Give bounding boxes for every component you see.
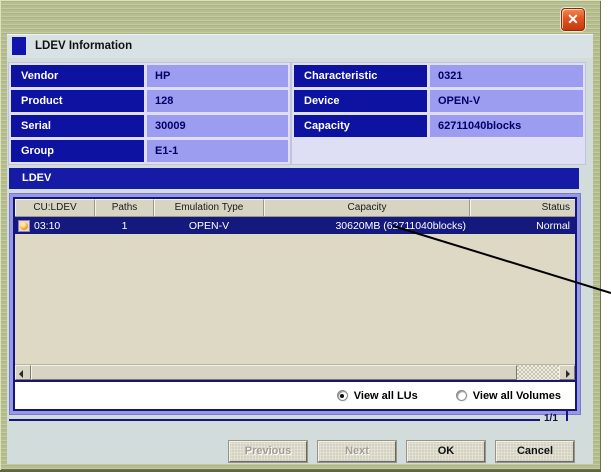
ok-button[interactable]: OK xyxy=(407,441,485,462)
field-label: Vendor xyxy=(11,65,144,87)
view-options-band: View all LUs View all Volumes xyxy=(15,382,575,409)
field-value: OPEN-V xyxy=(430,90,583,112)
ldev-table-inner: CU:LDEV Paths Emulation Type Capacity St… xyxy=(13,197,577,411)
field-row-product: Product 128 xyxy=(11,90,288,112)
close-icon[interactable]: ✕ xyxy=(561,8,585,31)
radio-unselected-icon xyxy=(456,390,467,401)
field-label: Device xyxy=(294,90,427,112)
field-label: Serial xyxy=(11,115,144,137)
field-value: 30009 xyxy=(147,115,288,137)
field-value: 62711040blocks xyxy=(430,115,583,137)
page-title: LDEV Information xyxy=(35,34,132,58)
radio-view-all-volumes[interactable]: View all Volumes xyxy=(456,390,561,402)
field-row-serial: Serial 30009 xyxy=(11,115,288,137)
pagination-tick xyxy=(566,411,568,421)
ldev-information-dialog: ✕ LDEV Information Vendor HP Product 128… xyxy=(0,0,601,472)
cell-emulation-type: OPEN-V xyxy=(154,220,264,232)
column-header-cu-ldev[interactable]: CU:LDEV xyxy=(15,199,95,216)
field-value: 0321 xyxy=(430,65,583,87)
radio-label: View all LUs xyxy=(354,390,418,402)
field-row-vendor: Vendor HP xyxy=(11,65,288,87)
field-row-device: Device OPEN-V xyxy=(294,90,583,112)
scroll-right-arrow-icon[interactable] xyxy=(559,365,575,380)
horizontal-scrollbar[interactable] xyxy=(15,364,575,380)
dialog-content: Vendor HP Product 128 Serial 30009 Group… xyxy=(7,58,593,464)
fields-panel-right: Characteristic 0321 Device OPEN-V Capaci… xyxy=(292,63,585,164)
fields-panel-left: Vendor HP Product 128 Serial 30009 Group… xyxy=(9,63,290,164)
field-row-group: Group E1-1 xyxy=(11,140,288,162)
scrollbar-thumb[interactable] xyxy=(31,365,517,380)
cell-status: Normal xyxy=(470,220,575,232)
table-header-row: CU:LDEV Paths Emulation Type Capacity St… xyxy=(15,199,575,217)
cell-cu-ldev: 03:10 xyxy=(15,220,95,232)
scroll-left-arrow-icon[interactable] xyxy=(15,365,31,380)
dialog-title-bar: LDEV Information xyxy=(7,34,593,58)
ldev-table: CU:LDEV Paths Emulation Type Capacity St… xyxy=(15,199,575,380)
radio-label: View all Volumes xyxy=(473,390,561,402)
field-label: Product xyxy=(11,90,144,112)
table-row[interactable]: 03:10 1 OPEN-V 30620MB (62711040blocks) … xyxy=(15,217,575,234)
title-bullet-icon xyxy=(12,37,26,55)
scrollbar-track[interactable] xyxy=(517,365,559,380)
field-value: E1-1 xyxy=(147,140,288,162)
column-header-emulation-type[interactable]: Emulation Type xyxy=(154,199,264,216)
cu-ldev-value: 03:10 xyxy=(34,220,60,232)
previous-button[interactable]: Previous xyxy=(229,441,307,462)
dialog-button-row: Previous Next OK Cancel xyxy=(7,441,574,462)
field-row-characteristic: Characteristic 0321 xyxy=(294,65,583,87)
field-label: Capacity xyxy=(294,115,427,137)
column-header-capacity[interactable]: Capacity xyxy=(264,199,470,216)
radio-selected-icon xyxy=(337,390,348,401)
cell-paths: 1 xyxy=(95,220,154,232)
table-empty-area xyxy=(15,234,575,364)
radio-view-all-lus[interactable]: View all LUs xyxy=(337,390,418,402)
ldev-volume-icon xyxy=(18,220,30,232)
pagination-text: 1/1 xyxy=(544,413,558,424)
screenshot-canvas: ✕ LDEV Information Vendor HP Product 128… xyxy=(0,0,611,472)
column-header-paths[interactable]: Paths xyxy=(95,199,154,216)
column-header-status[interactable]: Status xyxy=(470,199,575,216)
field-row-capacity: Capacity 62711040blocks xyxy=(294,115,583,137)
cell-capacity: 30620MB (62711040blocks) xyxy=(264,220,470,232)
field-value: HP xyxy=(147,65,288,87)
next-button[interactable]: Next xyxy=(318,441,396,462)
pagination-line xyxy=(9,419,540,421)
ldev-section-header: LDEV xyxy=(9,168,579,189)
field-label: Characteristic xyxy=(294,65,427,87)
field-value: 128 xyxy=(147,90,288,112)
cancel-button[interactable]: Cancel xyxy=(496,441,574,462)
ldev-table-panel: CU:LDEV Paths Emulation Type Capacity St… xyxy=(9,193,581,415)
field-label: Group xyxy=(11,140,144,162)
